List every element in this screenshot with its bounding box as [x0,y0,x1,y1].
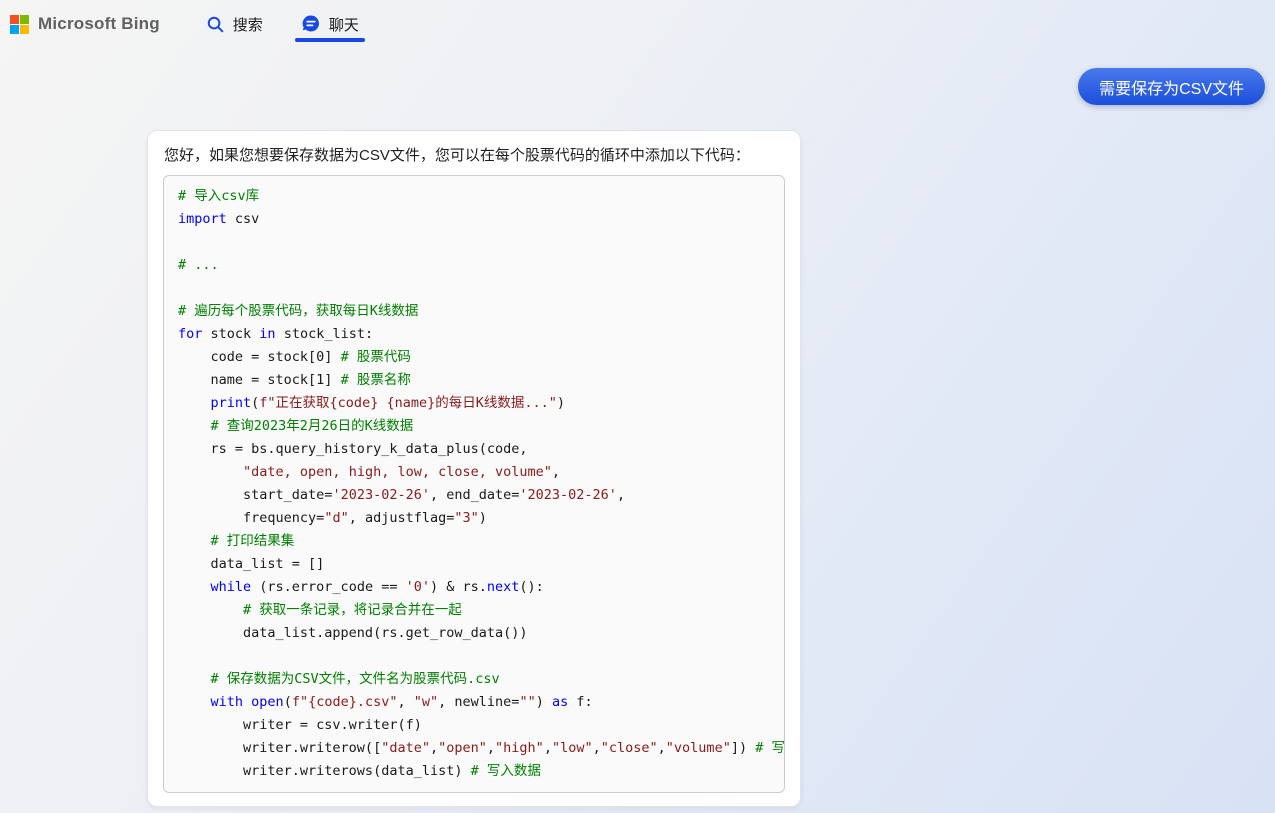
search-icon [206,15,225,34]
tab-search-label: 搜索 [233,14,263,35]
code-line: rs = bs.query_history_k_data_plus(code, [178,438,770,461]
code-block[interactable]: # 导入csv库import csv # ... # 遍历每个股票代码，获取每日… [163,175,785,793]
top-nav: Microsoft Bing 搜索 聊天 [0,0,1275,48]
code-line: # ... [178,254,770,277]
code-line: # 遍历每个股票代码，获取每日K线数据 [178,300,770,323]
code-line: name = stock[1] # 股票名称 [178,369,770,392]
code-line: code = stock[0] # 股票代码 [178,346,770,369]
code-line: frequency="d", adjustflag="3") [178,507,770,530]
code-line: print(f"正在获取{code} {name}的每日K线数据...") [178,392,770,415]
code-line: # 打印结果集 [178,530,770,553]
code-line: import csv [178,208,770,231]
brand[interactable]: Microsoft Bing [10,14,160,34]
code-line [178,645,770,668]
user-message-bubble: 需要保存为CSV文件 [1078,68,1265,105]
ms-logo-square-yellow [20,25,29,34]
code-line: data_list = [] [178,553,770,576]
assistant-message-text: 您好，如果您想要保存数据为CSV文件，您可以在每个股票代码的循环中添加以下代码： [164,145,784,166]
code-line: # 保存数据为CSV文件，文件名为股票代码.csv [178,668,770,691]
code-line: # 导入csv库 [178,185,770,208]
code-line: writer = csv.writer(f) [178,714,770,737]
code-line: # 获取一条记录，将记录合并在一起 [178,599,770,622]
code-line: start_date='2023-02-26', end_date='2023-… [178,484,770,507]
code-line: "date, open, high, low, close, volume", [178,461,770,484]
tab-search[interactable]: 搜索 [202,0,267,48]
code-line: writer.writerows(data_list) # 写入数据 [178,760,770,783]
active-tab-indicator [295,38,365,42]
chat-icon [301,14,321,34]
ms-logo-square-red [10,15,19,24]
code-line [178,231,770,254]
code-line: for stock in stock_list: [178,323,770,346]
nav-tabs: 搜索 聊天 [202,0,393,48]
code-line: # 查询2023年2月26日的K线数据 [178,415,770,438]
tab-chat[interactable]: 聊天 [297,0,363,48]
ms-logo-square-blue [10,25,19,34]
code-line: with open(f"{code}.csv", "w", newline=""… [178,691,770,714]
brand-name: Microsoft Bing [38,14,160,34]
ms-logo-square-green [20,15,29,24]
microsoft-logo-icon [10,15,29,34]
assistant-message-card: 您好，如果您想要保存数据为CSV文件，您可以在每个股票代码的循环中添加以下代码：… [147,130,801,807]
code-line: data_list.append(rs.get_row_data()) [178,622,770,645]
tab-chat-label: 聊天 [329,14,359,35]
code-line: writer.writerow(["date","open","high","l… [178,737,770,760]
code-line [178,277,770,300]
code-line: while (rs.error_code == '0') & rs.next()… [178,576,770,599]
